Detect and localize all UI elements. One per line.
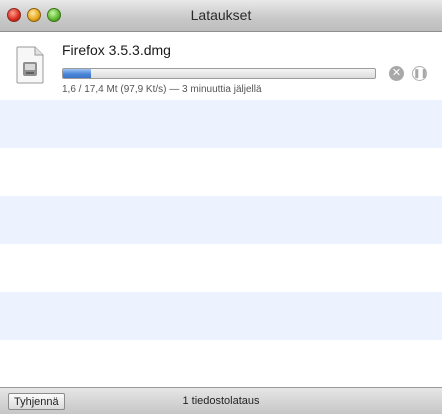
progress-fill xyxy=(63,69,92,78)
file-name: Firefox 3.5.3.dmg xyxy=(62,42,171,58)
download-item[interactable]: Firefox 3.5.3.dmg 1,6 / 17,4 Mt (97,9 Kt… xyxy=(0,32,442,100)
empty-row xyxy=(0,196,442,244)
window-title: Lataukset xyxy=(190,7,252,23)
pause-icon: ❚❚ xyxy=(413,68,429,78)
title-bar[interactable]: Lataukset xyxy=(0,0,442,32)
download-status: 1,6 / 17,4 Mt (97,9 Kt/s) — 3 minuuttia … xyxy=(62,84,262,95)
pause-download-button[interactable]: ❚❚ xyxy=(412,66,429,81)
download-count: 1 tiedostolataus xyxy=(182,395,260,407)
cancel-download-button[interactable]: ✕ xyxy=(389,66,404,81)
downloads-list[interactable]: Firefox 3.5.3.dmg 1,6 / 17,4 Mt (97,9 Kt… xyxy=(0,32,442,387)
empty-row xyxy=(0,100,442,148)
clear-list-button[interactable]: Tyhjennä xyxy=(8,393,65,410)
empty-row xyxy=(0,244,442,292)
disk-image-file-icon xyxy=(16,46,44,84)
empty-row xyxy=(0,340,442,388)
close-icon: ✕ xyxy=(391,67,402,79)
empty-row xyxy=(0,292,442,340)
empty-row xyxy=(0,148,442,196)
bottom-bar: 1 tiedostolataus Tyhjennä xyxy=(0,387,442,414)
downloads-window: Lataukset Firefox 3.5.3.dmg 1,6 / 17,4 M… xyxy=(0,0,442,414)
download-progress-bar xyxy=(62,68,376,79)
